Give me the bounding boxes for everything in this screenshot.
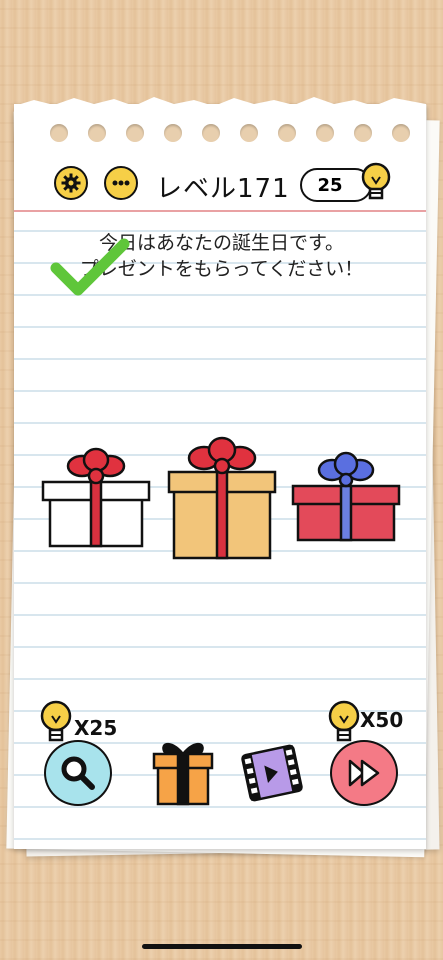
level-label: レベル171 [156,174,290,204]
binder-hole [392,124,410,142]
more-icon [112,180,130,186]
binder-holes [50,124,410,142]
lightbulb-icon [40,700,72,742]
settings-button[interactable] [54,166,88,200]
binder-hole [202,124,220,142]
home-indicator[interactable] [142,944,302,949]
lightbulb-icon [328,700,360,742]
fast-forward-icon [348,759,380,787]
menu-button[interactable] [104,166,138,200]
margin-line [14,210,426,212]
binder-hole [278,124,296,142]
white-gift[interactable] [40,446,152,550]
orange-gift[interactable] [166,434,278,562]
hint-cost-label: X25 [74,716,118,740]
binder-hole [316,124,334,142]
binder-hole [88,124,106,142]
gift-box-icon[interactable] [150,736,216,808]
binder-hole [126,124,144,142]
checkmark-icon [50,238,130,296]
hint-button[interactable] [44,740,112,806]
skip-button[interactable] [330,740,398,806]
torn-edge [14,97,426,112]
binder-hole [50,124,68,142]
video-icon[interactable] [240,742,304,804]
skip-cost-label: X50 [360,708,404,732]
binder-hole [164,124,182,142]
gear-icon [61,173,81,193]
lightbulb-icon [361,162,391,200]
binder-hole [240,124,258,142]
hint-count: 25 [317,174,343,196]
search-icon [61,756,95,790]
top-bar: レベル171 25 [0,162,443,204]
red-gift[interactable] [290,450,402,546]
binder-hole [354,124,372,142]
